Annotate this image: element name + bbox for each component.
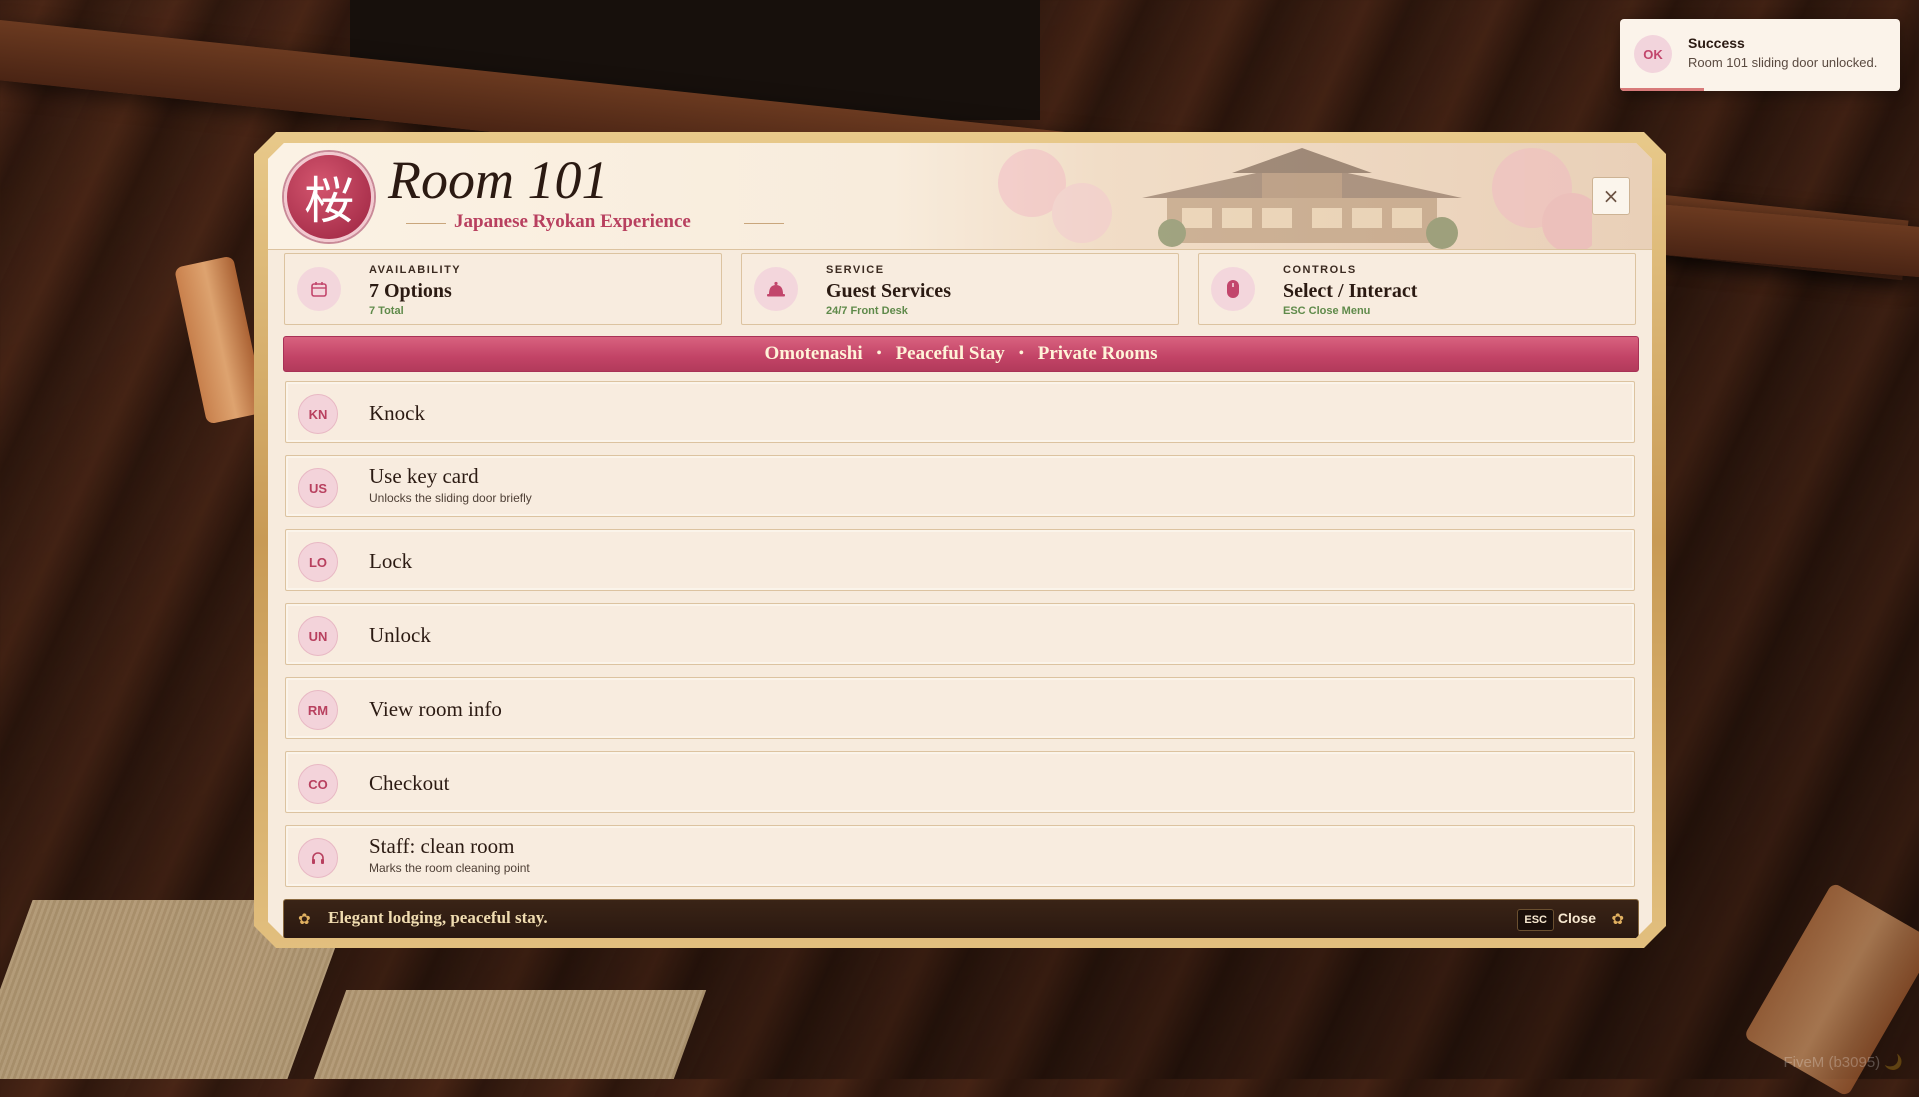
item-badge: CO: [298, 764, 338, 804]
menu-header: 桜 Room 101 Japanese Ryokan Experience ×: [268, 143, 1652, 250]
item-label: Staff: clean room: [369, 834, 515, 858]
stat-label: AVAILABILITY: [369, 264, 462, 276]
menu-item-checkout[interactable]: CO Checkout: [285, 751, 1635, 813]
item-badge: US: [298, 468, 338, 508]
item-description: Unlocks the sliding door briefly: [369, 491, 532, 505]
subtitle-divider-left: [406, 223, 446, 224]
page-title: Room 101: [388, 150, 609, 210]
stat-value: Select / Interact: [1283, 280, 1418, 302]
item-label: View room info: [369, 697, 502, 721]
item-label: Lock: [369, 549, 413, 573]
close-button[interactable]: ×: [1592, 177, 1630, 215]
stat-sub: 24/7 Front Desk: [826, 305, 908, 317]
menu-item-staff-clean-room[interactable]: Staff: clean room Marks the room cleanin…: [285, 825, 1635, 887]
stat-label: CONTROLS: [1283, 264, 1357, 276]
menu-item-unlock[interactable]: UN Unlock: [285, 603, 1635, 665]
item-badge: LO: [298, 542, 338, 582]
stats-row: AVAILABILITY 7 Options 7 Total SERVICE G…: [284, 253, 1636, 325]
flower-icon: ✿: [298, 910, 311, 928]
menu-item-view-room-info[interactable]: RM View room info: [285, 677, 1635, 739]
item-description: Marks the room cleaning point: [369, 861, 530, 875]
stat-sub: ESC Close Menu: [1283, 305, 1371, 317]
item-label: Use key card: [369, 464, 479, 488]
ribbon-separator: •: [1018, 346, 1024, 361]
tatami-mat: [313, 990, 707, 1079]
item-label: Knock: [369, 401, 425, 425]
lantern: [174, 255, 266, 425]
menu-item-lock[interactable]: LO Lock: [285, 529, 1635, 591]
item-badge: RM: [298, 690, 338, 730]
ribbon-item: Private Rooms: [1037, 343, 1158, 364]
build-watermark: FiveM (b3095) 🌙: [1783, 1054, 1903, 1071]
calendar-icon: [297, 267, 341, 311]
menu-item-knock[interactable]: KN Knock: [285, 381, 1635, 443]
close-hint-label[interactable]: Close: [1558, 910, 1596, 926]
tagline-ribbon: Omotenashi • Peaceful Stay • Private Roo…: [283, 336, 1639, 372]
esc-key-hint: ESC: [1517, 909, 1554, 931]
stat-value: 7 Options: [369, 280, 452, 302]
page-subtitle: Japanese Ryokan Experience: [454, 211, 691, 232]
stat-label: SERVICE: [826, 264, 885, 276]
ribbon-item: Peaceful Stay: [895, 343, 1005, 364]
ribbon-separator: •: [876, 346, 882, 361]
stat-service: SERVICE Guest Services 24/7 Front Desk: [741, 253, 1179, 325]
success-toast: OK Success Room 101 sliding door unlocke…: [1620, 19, 1900, 91]
item-label: Unlock: [369, 623, 431, 647]
ribbon-item: Omotenashi: [764, 343, 863, 364]
sakura-emblem: 桜: [284, 152, 374, 242]
stat-value: Guest Services: [826, 280, 951, 302]
toast-title: Success: [1688, 35, 1745, 51]
close-icon: ×: [1602, 184, 1620, 208]
toast-message: Room 101 sliding door unlocked.: [1688, 55, 1878, 70]
toast-ok-badge: OK: [1634, 35, 1672, 73]
flower-icon: ✿: [1611, 910, 1624, 928]
stat-controls: CONTROLS Select / Interact ESC Close Men…: [1198, 253, 1636, 325]
room-menu-panel: 桜 Room 101 Japanese Ryokan Experience × …: [268, 143, 1652, 938]
mouse-icon: [1211, 267, 1255, 311]
stat-sub: 7 Total: [369, 305, 404, 317]
ryokan-illustration: [972, 143, 1592, 249]
menu-footer: ✿ Elegant lodging, peaceful stay. ESC Cl…: [283, 899, 1639, 939]
item-label: Checkout: [369, 771, 450, 795]
bell-icon: [754, 267, 798, 311]
toast-progress-bar: [1620, 88, 1704, 91]
menu-item-use-key-card[interactable]: US Use key card Unlocks the sliding door…: [285, 455, 1635, 517]
item-badge: UN: [298, 616, 338, 656]
item-badge: KN: [298, 394, 338, 434]
stat-availability: AVAILABILITY 7 Options 7 Total: [284, 253, 722, 325]
headset-icon: [298, 838, 338, 878]
footer-tagline: Elegant lodging, peaceful stay.: [328, 908, 548, 927]
subtitle-divider-right: [744, 223, 784, 224]
